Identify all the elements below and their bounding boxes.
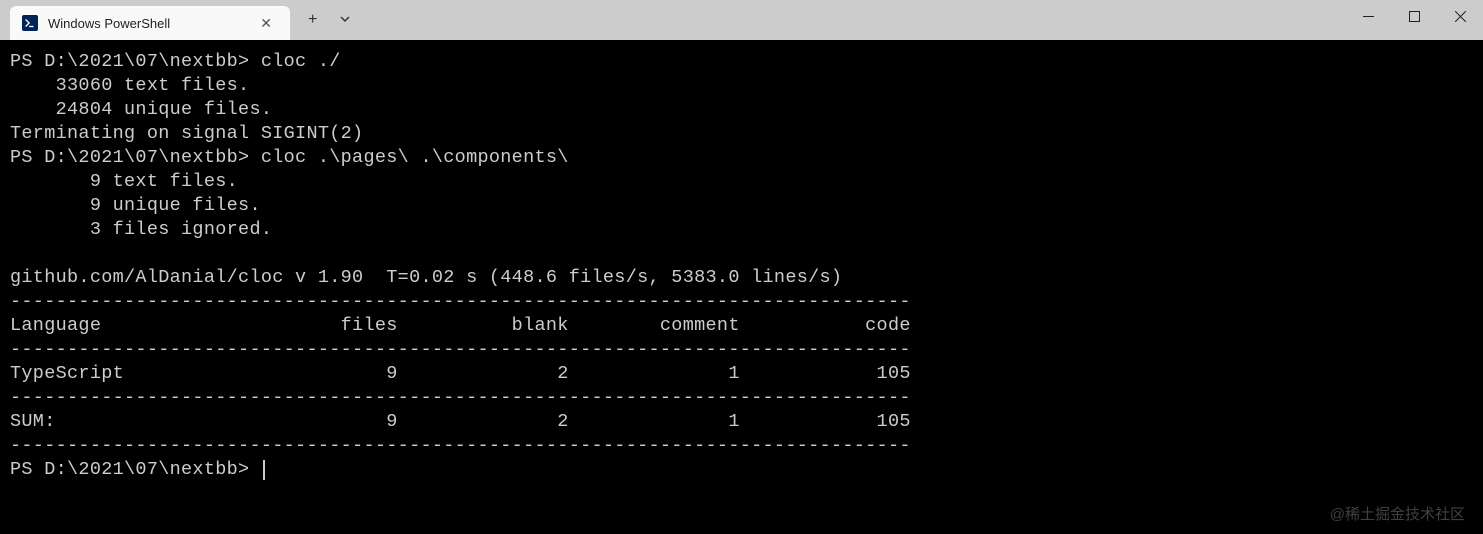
table-row: TypeScript 9 2 1 105 [10, 363, 911, 384]
command-text: cloc ./ [261, 51, 341, 72]
output-line: 24804 unique files. [10, 99, 272, 120]
table-divider: ----------------------------------------… [10, 435, 911, 456]
tab-dropdown-button[interactable] [329, 13, 361, 28]
cursor-icon [263, 460, 265, 480]
maximize-button[interactable] [1391, 0, 1437, 32]
tab-title: Windows PowerShell [48, 16, 254, 31]
table-sum-row: SUM: 9 2 1 105 [10, 411, 911, 432]
tab-close-button[interactable]: ✕ [254, 13, 278, 34]
terminal-tab[interactable]: Windows PowerShell ✕ [10, 6, 290, 40]
new-tab-button[interactable]: + [296, 11, 329, 29]
prompt: PS D:\2021\07\nextbb> [10, 51, 261, 72]
table-divider: ----------------------------------------… [10, 339, 911, 360]
powershell-icon [22, 15, 38, 31]
command-text: cloc .\pages\ .\components\ [261, 147, 569, 168]
output-line: github.com/AlDanial/cloc v 1.90 T=0.02 s… [10, 267, 842, 288]
table-divider: ----------------------------------------… [10, 291, 911, 312]
table-divider: ----------------------------------------… [10, 387, 911, 408]
prompt: PS D:\2021\07\nextbb> [10, 147, 261, 168]
window-titlebar: Windows PowerShell ✕ + [0, 0, 1483, 40]
output-line: 3 files ignored. [10, 219, 272, 240]
prompt: PS D:\2021\07\nextbb> [10, 459, 261, 480]
minimize-button[interactable] [1345, 0, 1391, 32]
output-line: 33060 text files. [10, 75, 249, 96]
watermark-text: @稀土掘金技术社区 [1330, 503, 1465, 524]
terminal-output[interactable]: PS D:\2021\07\nextbb> cloc ./ 33060 text… [0, 40, 1483, 492]
output-line: 9 unique files. [10, 195, 261, 216]
output-line: 9 text files. [10, 171, 238, 192]
close-button[interactable] [1437, 0, 1483, 32]
output-line: Terminating on signal SIGINT(2) [10, 123, 363, 144]
window-controls [1345, 0, 1483, 40]
table-header: Language files blank comment code [10, 315, 911, 336]
titlebar-left: Windows PowerShell ✕ + [0, 0, 361, 40]
